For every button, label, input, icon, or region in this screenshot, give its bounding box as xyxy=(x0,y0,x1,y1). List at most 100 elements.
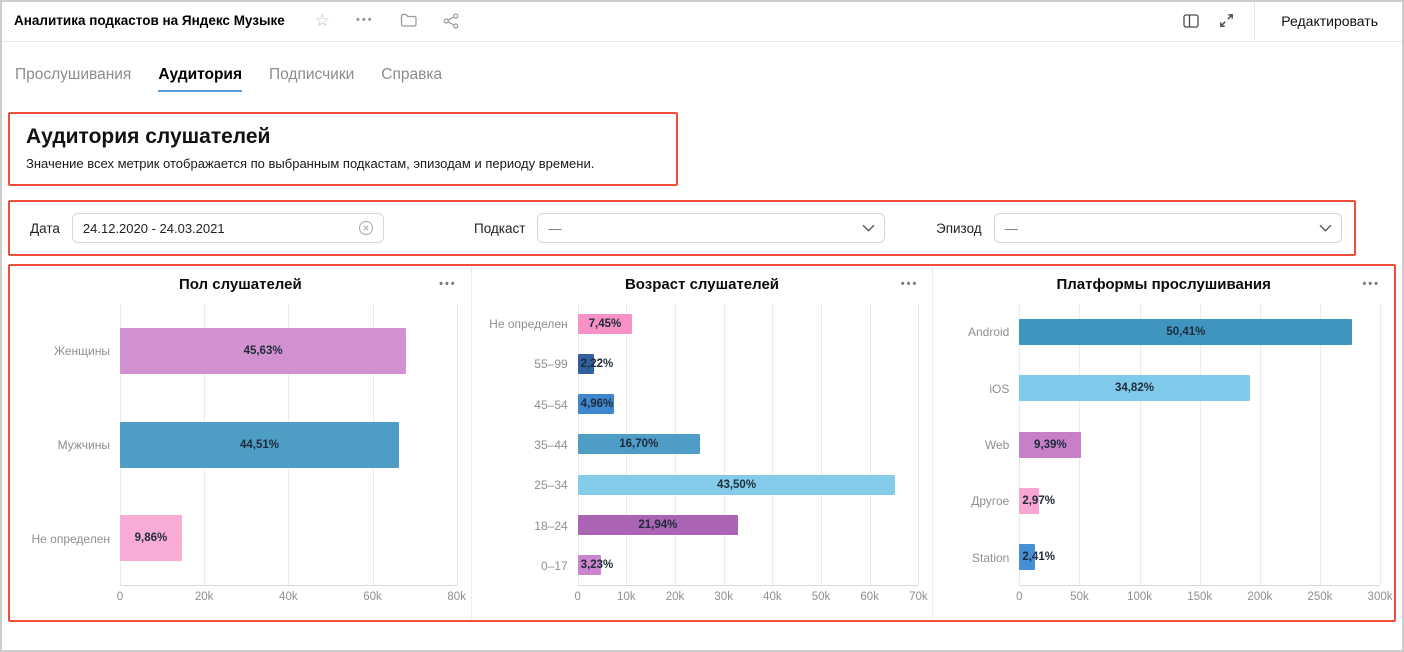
x-tick-label: 0 xyxy=(117,591,123,603)
bar-value-label: 44,51% xyxy=(240,439,279,451)
tab-bar: Прослушивания Аудитория Подписчики Справ… xyxy=(0,42,1404,92)
bar[interactable]: 2,22% xyxy=(578,354,594,374)
bar-row: 21,94% xyxy=(578,505,919,545)
chart-title: Платформы прослушивания xyxy=(1056,276,1270,293)
x-tick-label: 20k xyxy=(195,591,214,603)
bar-value-label: 16,70% xyxy=(619,438,658,450)
bars: 45,63% 44,51% 9,86% xyxy=(120,304,457,585)
chart-menu-icon[interactable]: ••• xyxy=(1362,278,1380,290)
bars: 50,41% 34,82% 9,39% 2,97% 2,41% xyxy=(1019,304,1380,585)
chevron-down-icon xyxy=(1319,224,1332,232)
bar-value-label: 9,86% xyxy=(135,532,168,544)
share-icon[interactable] xyxy=(443,13,459,29)
bar-row: 44,51% xyxy=(120,398,457,492)
category-label: Мужчины xyxy=(24,398,120,492)
category-label: Женщины xyxy=(24,304,120,398)
podcast-filter: Подкаст — xyxy=(466,213,928,243)
x-axis-labels: 010k20k30k40k50k60k70k xyxy=(578,585,919,607)
section-title: Аудитория слушателей xyxy=(26,125,660,149)
y-axis-labels: ЖенщиныМужчиныНе определен xyxy=(24,304,120,586)
bar[interactable]: 34,82% xyxy=(1019,375,1249,401)
more-menu-icon[interactable]: ••• xyxy=(356,15,374,26)
x-tick-label: 20k xyxy=(666,591,685,603)
episode-filter: Эпизод — xyxy=(928,213,1354,243)
bar-row: 2,97% xyxy=(1019,473,1380,529)
bar-value-label: 2,41% xyxy=(1022,551,1055,563)
date-filter: Дата 24.12.2020 - 24.03.2021 xyxy=(10,213,466,243)
tab-listens[interactable]: Прослушивания xyxy=(15,66,131,92)
category-label: Не определен xyxy=(486,304,578,344)
tab-audience[interactable]: Аудитория xyxy=(158,66,242,92)
podcast-select[interactable]: — xyxy=(537,213,885,243)
bar-row: 16,70% xyxy=(578,424,919,464)
bar-row: 50,41% xyxy=(1019,304,1380,360)
episode-select[interactable]: — xyxy=(994,213,1342,243)
bar[interactable]: 3,23% xyxy=(578,555,602,575)
tab-help[interactable]: Справка xyxy=(381,66,442,92)
bar-value-label: 34,82% xyxy=(1115,382,1154,394)
bar-row: 43,50% xyxy=(578,465,919,505)
x-tick-label: 60k xyxy=(363,591,382,603)
bar[interactable]: 43,50% xyxy=(578,475,896,495)
bar[interactable]: 9,39% xyxy=(1019,432,1081,458)
bar[interactable]: 16,70% xyxy=(578,434,700,454)
x-tick-label: 10k xyxy=(617,591,636,603)
chart-title: Пол слушателей xyxy=(179,276,302,293)
section-header: Аудитория слушателей Значение всех метри… xyxy=(8,112,678,186)
x-tick-label: 50k xyxy=(1070,591,1089,603)
podcast-filter-label: Подкаст xyxy=(474,221,525,236)
layout-panel-icon[interactable] xyxy=(1183,14,1199,28)
top-bar: Аналитика подкастов на Яндекс Музыке ☆ •… xyxy=(0,0,1404,42)
bar[interactable]: 44,51% xyxy=(120,422,399,468)
category-label: iOS xyxy=(947,360,1019,416)
fullscreen-icon[interactable] xyxy=(1219,13,1234,28)
chart-gender: Пол слушателей ••• ЖенщиныМужчиныНе опре… xyxy=(10,266,471,620)
x-tick-label: 100k xyxy=(1127,591,1152,603)
episode-select-value: — xyxy=(1005,221,1018,236)
bar-row: 3,23% xyxy=(578,545,919,585)
bar[interactable]: 9,86% xyxy=(120,515,182,561)
folder-icon[interactable] xyxy=(400,13,417,28)
x-tick-label: 50k xyxy=(812,591,831,603)
bar[interactable]: 2,97% xyxy=(1019,488,1039,514)
bar[interactable]: 7,45% xyxy=(578,314,633,334)
bar-value-label: 45,63% xyxy=(244,345,283,357)
tab-subscribers[interactable]: Подписчики xyxy=(269,66,354,92)
x-tick-label: 150k xyxy=(1187,591,1212,603)
date-range-value: 24.12.2020 - 24.03.2021 xyxy=(83,221,225,236)
x-axis-labels: 050k100k150k200k250k300k xyxy=(1019,585,1380,607)
date-filter-label: Дата xyxy=(30,221,60,236)
bar-row: 9,86% xyxy=(120,491,457,585)
x-tick-label: 70k xyxy=(909,591,928,603)
bar-row: 34,82% xyxy=(1019,360,1380,416)
star-icon[interactable]: ☆ xyxy=(315,12,330,29)
section-subtitle: Значение всех метрик отображается по выб… xyxy=(26,156,660,171)
chart-plot: ЖенщиныМужчиныНе определен 45,63% 44,51% 9… xyxy=(24,304,457,586)
bar-value-label: 50,41% xyxy=(1166,326,1205,338)
edit-button[interactable]: Редактировать xyxy=(1255,13,1404,29)
bar[interactable]: 4,96% xyxy=(578,394,614,414)
chart-age: Возраст слушателей ••• Не определен55–99… xyxy=(471,266,933,620)
category-label: Другое xyxy=(947,473,1019,529)
x-tick-label: 250k xyxy=(1307,591,1332,603)
bar-value-label: 21,94% xyxy=(638,519,677,531)
bar[interactable]: 21,94% xyxy=(578,515,738,535)
chart-menu-icon[interactable]: ••• xyxy=(439,278,457,290)
category-label: 0–17 xyxy=(486,546,578,586)
bar[interactable]: 50,41% xyxy=(1019,319,1352,345)
date-range-input[interactable]: 24.12.2020 - 24.03.2021 xyxy=(72,213,384,243)
bar[interactable]: 45,63% xyxy=(120,328,406,374)
clear-icon[interactable] xyxy=(358,220,374,236)
chart-menu-icon[interactable]: ••• xyxy=(901,278,919,290)
bar-row: 4,96% xyxy=(578,384,919,424)
x-tick-label: 0 xyxy=(574,591,580,603)
chart-platforms: Платформы прослушивания ••• AndroidiOSWe… xyxy=(932,266,1394,620)
x-tick-label: 60k xyxy=(860,591,879,603)
x-axis-labels: 020k40k60k80k xyxy=(120,585,457,607)
category-label: Не определен xyxy=(24,492,120,586)
bar[interactable]: 2,41% xyxy=(1019,544,1035,570)
bar-value-label: 43,50% xyxy=(717,479,756,491)
bar-value-label: 7,45% xyxy=(589,318,622,330)
bar-value-label: 2,22% xyxy=(581,358,614,370)
bar-row: 7,45% xyxy=(578,304,919,344)
